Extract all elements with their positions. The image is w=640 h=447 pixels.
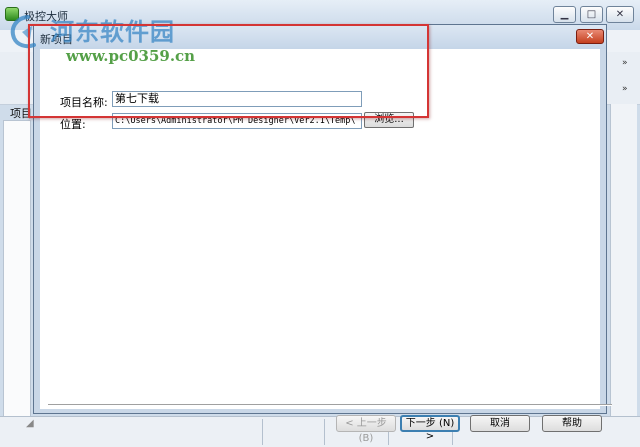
- close-icon: ✕: [585, 31, 595, 42]
- highlight-annotation: [28, 24, 429, 118]
- next-step-button[interactable]: 下一步 (N) >: [400, 415, 460, 442]
- button-separator: [48, 404, 612, 406]
- minimize-button[interactable]: ▁: [553, 6, 576, 23]
- location-label: 位置:: [60, 118, 86, 131]
- status-bar-divider: [324, 419, 325, 445]
- project-tree-pane[interactable]: [3, 120, 31, 418]
- toolbar-overflow-icon[interactable]: »: [622, 58, 628, 68]
- maximize-button[interactable]: □: [580, 6, 603, 23]
- status-bar-divider: [262, 419, 263, 445]
- prev-step-button[interactable]: < 上一步 (B): [336, 415, 396, 444]
- help-button[interactable]: 帮助: [542, 415, 602, 432]
- dialog-close-button[interactable]: ✕: [576, 29, 604, 44]
- right-side-pane: [610, 104, 637, 416]
- cancel-button[interactable]: 取消: [470, 415, 530, 432]
- resize-grip-icon[interactable]: ◢: [26, 418, 34, 429]
- main-close-button[interactable]: ✕: [606, 6, 634, 23]
- toolbar-overflow-icon[interactable]: »: [622, 84, 628, 94]
